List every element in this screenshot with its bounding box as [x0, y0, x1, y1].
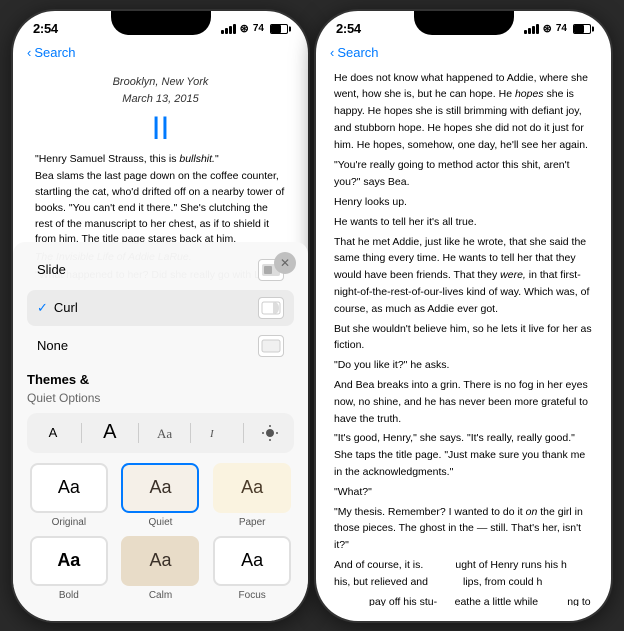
- theme-original-label: Original: [52, 517, 86, 528]
- font-large-button[interactable]: A: [94, 419, 126, 447]
- font-separator-4: [243, 423, 244, 443]
- slide-option-none[interactable]: None: [27, 328, 294, 364]
- right-para-2: "You're really going to method actor thi…: [334, 157, 593, 191]
- right-status-icons: ⊛ 74: [524, 22, 591, 35]
- left-back-button[interactable]: ‹ Search: [27, 45, 76, 60]
- slide-option-slide[interactable]: Slide: [27, 252, 294, 288]
- close-icon: ✕: [280, 256, 290, 270]
- para-2: Bea slams the last page down on the coff…: [35, 169, 286, 248]
- font-separator-2: [138, 423, 139, 443]
- right-para-7: "Do you like it?" he asks.: [334, 357, 593, 374]
- battery-icon: [270, 24, 288, 34]
- screen-container: 2:54 ⊛ 74 ‹ Search Bro: [0, 0, 624, 631]
- chapter-number: II: [35, 112, 286, 144]
- right-para-12: And of course, it is. ught of Henry runs…: [334, 557, 593, 591]
- themes-title: Themes &: [27, 372, 89, 387]
- theme-quiet-preview: Aa: [121, 463, 199, 513]
- theme-bold-preview: Aa: [30, 536, 108, 586]
- wifi-icon: ⊛: [240, 22, 249, 35]
- theme-paper[interactable]: Aa Paper: [210, 463, 294, 528]
- theme-paper-preview: Aa: [213, 463, 291, 513]
- brightness-button[interactable]: [256, 419, 284, 447]
- font-family-button[interactable]: Aa: [151, 419, 179, 447]
- notch: [111, 11, 211, 35]
- right-para-13: pay off his stu- eathe a little while ng…: [334, 594, 593, 606]
- right-battery-icon: [573, 24, 591, 34]
- signal-icon: [221, 24, 236, 34]
- svg-text:I: I: [209, 428, 215, 440]
- theme-calm[interactable]: Aa Calm: [119, 536, 203, 601]
- overlay-panel: ✕ Slide ✓ Curl: [13, 242, 308, 621]
- svg-text:Aa: Aa: [157, 426, 172, 441]
- curl-label: Curl: [54, 300, 78, 315]
- right-para-5: That he met Addie, just like he wrote, t…: [334, 234, 593, 318]
- theme-paper-label: Paper: [239, 517, 266, 528]
- theme-bold-label: Bold: [59, 590, 79, 601]
- book-location: Brooklyn, New York March 13, 2015: [35, 74, 286, 108]
- theme-quiet-label: Quiet: [149, 517, 173, 528]
- theme-focus[interactable]: Aa Focus: [210, 536, 294, 601]
- theme-focus-preview: Aa: [213, 536, 291, 586]
- right-phone: 2:54 ⊛ 74 ‹ Search He does not: [316, 11, 611, 621]
- right-para-3: Henry looks up.: [334, 194, 593, 211]
- theme-original-preview: Aa: [30, 463, 108, 513]
- right-battery-label: 74: [556, 23, 567, 34]
- right-wifi-icon: ⊛: [543, 22, 552, 35]
- para-1: "Henry Samuel Strauss, this is bullshit.…: [35, 152, 286, 168]
- font-separator: [81, 423, 82, 443]
- check-icon: ✓: [37, 300, 48, 316]
- right-book-content: He does not know what happened to Addie,…: [316, 66, 611, 606]
- theme-original[interactable]: Aa Original: [27, 463, 111, 528]
- right-para-8: And Bea breaks into a grin. There is no …: [334, 377, 593, 427]
- right-time: 2:54: [336, 21, 361, 36]
- slide-option-curl[interactable]: ✓ Curl: [27, 290, 294, 326]
- none-label: None: [37, 338, 68, 353]
- none-icon-box: [258, 335, 284, 357]
- font-style-button[interactable]: I: [203, 419, 231, 447]
- left-status-icons: ⊛ 74: [221, 22, 288, 35]
- right-back-label: Search: [337, 45, 378, 60]
- right-para-1: He does not know what happened to Addie,…: [334, 70, 593, 154]
- right-signal-icon: [524, 24, 539, 34]
- right-back-button[interactable]: ‹ Search: [330, 45, 379, 60]
- right-para-6: But she wouldn't believe him, so he lets…: [334, 321, 593, 355]
- themes-grid: Aa Original Aa Quiet Aa Paper: [27, 463, 294, 601]
- left-phone: 2:54 ⊛ 74 ‹ Search Bro: [13, 11, 308, 621]
- slide-option-label: Slide: [37, 262, 66, 277]
- curl-icon-box: [258, 297, 284, 319]
- none-option-label: None: [37, 338, 68, 353]
- slide-label: Slide: [37, 262, 66, 277]
- right-para-9: "It's good, Henry," she says. "It's real…: [334, 430, 593, 480]
- theme-focus-label: Focus: [239, 590, 266, 601]
- chevron-left-icon: ‹: [27, 45, 31, 60]
- font-controls: A A Aa I: [27, 413, 294, 453]
- left-time: 2:54: [33, 21, 58, 36]
- right-para-4: He wants to tell her it's all true.: [334, 214, 593, 231]
- theme-calm-preview: Aa: [121, 536, 199, 586]
- right-nav-bar: ‹ Search: [316, 43, 611, 66]
- close-button[interactable]: ✕: [274, 252, 296, 274]
- theme-bold[interactable]: Aa Bold: [27, 536, 111, 601]
- theme-quiet[interactable]: Aa Quiet: [119, 463, 203, 528]
- right-notch: [414, 11, 514, 35]
- font-small-button[interactable]: A: [37, 419, 69, 447]
- back-label: Search: [34, 45, 75, 60]
- right-chevron-left-icon: ‹: [330, 45, 334, 60]
- themes-subtitle: Quiet Options: [27, 391, 294, 405]
- slide-options: Slide ✓ Curl N: [27, 252, 294, 364]
- curl-option-label: ✓ Curl: [37, 300, 78, 316]
- font-separator-3: [190, 423, 191, 443]
- theme-calm-label: Calm: [149, 590, 172, 601]
- left-nav-bar: ‹ Search: [13, 43, 308, 66]
- battery-label: 74: [253, 23, 264, 34]
- right-para-10: "What?": [334, 484, 593, 501]
- right-para-11: "My thesis. Remember? I wanted to do it …: [334, 504, 593, 554]
